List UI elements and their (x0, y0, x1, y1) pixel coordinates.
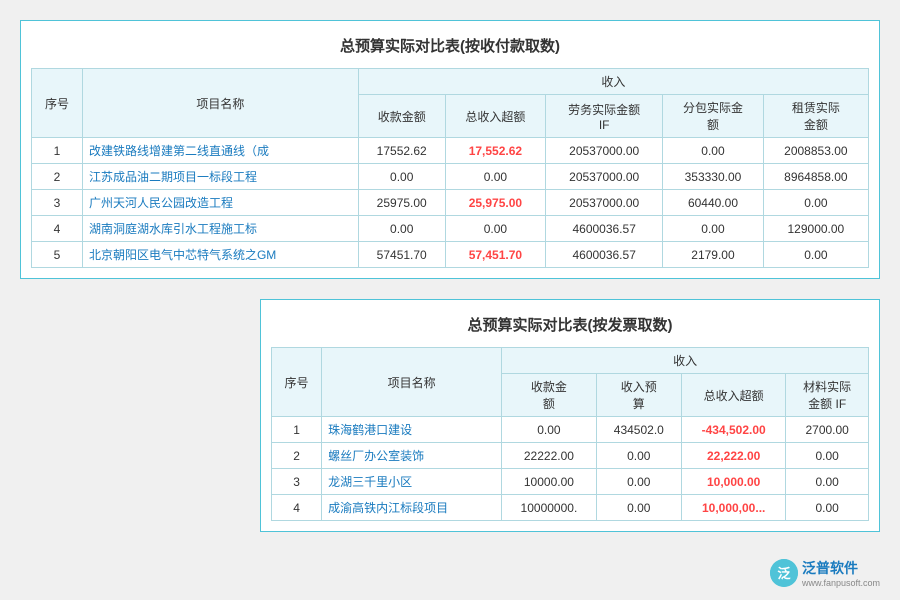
col-labor-val: 4600036.57 (546, 242, 663, 268)
col2-excess-val: 10,000,00... (682, 495, 786, 521)
col-income-excess: 总收入超额 (445, 95, 546, 138)
col2-material-val: 2700.00 (786, 417, 869, 443)
col-subcontract-val: 353330.00 (663, 164, 764, 190)
col2-material-val: 0.00 (786, 443, 869, 469)
col-rental-val: 0.00 (763, 242, 868, 268)
table2-section: 总预算实际对比表(按发票取数) 序号 项目名称 收入 收款金额 收入预算 总收入… (260, 299, 880, 532)
col2-payment-val: 0.00 (502, 417, 596, 443)
col2-budget-val: 434502.0 (596, 417, 681, 443)
col2-budget-val: 0.00 (596, 469, 681, 495)
col-subcontract: 分包实际金额 (663, 95, 764, 138)
col-income-group: 收入 (358, 69, 868, 95)
svg-text:泛: 泛 (777, 566, 790, 581)
logo-area: 泛 泛普软件 www.fanpusoft.com (770, 558, 880, 588)
project-name[interactable]: 广州天河人民公园改造工程 (82, 190, 358, 216)
row-id: 4 (272, 495, 322, 521)
table-row: 2 螺丝厂办公室装饰 22222.00 0.00 22,222.00 0.00 (272, 443, 869, 469)
col-labor-val: 20537000.00 (546, 164, 663, 190)
col2-budget-val: 0.00 (596, 495, 681, 521)
col2-project-name: 项目名称 (322, 348, 502, 417)
row-id: 3 (32, 190, 83, 216)
col2-material: 材料实际金额 IF (786, 374, 869, 417)
project-name[interactable]: 龙湖三千里小区 (322, 469, 502, 495)
col-rental-val: 0.00 (763, 190, 868, 216)
table-row: 4 湖南洞庭湖水库引水工程施工标 0.00 0.00 4600036.57 0.… (32, 216, 869, 242)
col2-payment-val: 10000000. (502, 495, 596, 521)
table1-section: 总预算实际对比表(按收付款取数) 序号 项目名称 收入 收款金额 总收入超额 劳… (20, 20, 880, 279)
col-labor: 劳务实际金额IF (546, 95, 663, 138)
project-name[interactable]: 螺丝厂办公室装饰 (322, 443, 502, 469)
col-rental-val: 129000.00 (763, 216, 868, 242)
table2-title: 总预算实际对比表(按发票取数) (271, 310, 869, 339)
project-name[interactable]: 江苏成品油二期项目一标段工程 (82, 164, 358, 190)
row-id: 1 (272, 417, 322, 443)
table-row: 4 成渝高铁内江标段项目 10000000. 0.00 10,000,00...… (272, 495, 869, 521)
col-excess-val: 25,975.00 (445, 190, 546, 216)
col-payment-val: 0.00 (358, 216, 445, 242)
project-name[interactable]: 北京朝阳区电气中芯特气系统之GM (82, 242, 358, 268)
project-name[interactable]: 成渝高铁内江标段项目 (322, 495, 502, 521)
col2-budget-val: 0.00 (596, 443, 681, 469)
col2-material-val: 0.00 (786, 469, 869, 495)
col-subcontract-val: 0.00 (663, 216, 764, 242)
row-id: 2 (272, 443, 322, 469)
col-labor-val: 4600036.57 (546, 216, 663, 242)
col-index: 序号 (32, 69, 83, 138)
row-id: 1 (32, 138, 83, 164)
col2-excess: 总收入超额 (682, 374, 786, 417)
col-payment: 收款金额 (358, 95, 445, 138)
project-name[interactable]: 湖南洞庭湖水库引水工程施工标 (82, 216, 358, 242)
col2-income-group: 收入 (502, 348, 869, 374)
table-row: 1 珠海鹤港口建设 0.00 434502.0 -434,502.00 2700… (272, 417, 869, 443)
row-id: 3 (272, 469, 322, 495)
col-payment-val: 17552.62 (358, 138, 445, 164)
row-id: 4 (32, 216, 83, 242)
table-row: 1 改建铁路线增建第二线直通线（成 17552.62 17,552.62 205… (32, 138, 869, 164)
col2-payment-val: 22222.00 (502, 443, 596, 469)
table1-title: 总预算实际对比表(按收付款取数) (31, 31, 869, 60)
table-row: 3 龙湖三千里小区 10000.00 0.00 10,000.00 0.00 (272, 469, 869, 495)
col-excess-val: 0.00 (445, 216, 546, 242)
row-id: 5 (32, 242, 83, 268)
col2-payment-val: 10000.00 (502, 469, 596, 495)
col2-excess-val: 10,000.00 (682, 469, 786, 495)
col2-material-val: 0.00 (786, 495, 869, 521)
col-excess-val: 57,451.70 (445, 242, 546, 268)
table-row: 2 江苏成品油二期项目一标段工程 0.00 0.00 20537000.00 3… (32, 164, 869, 190)
col-payment-val: 57451.70 (358, 242, 445, 268)
logo-sub-text: www.fanpusoft.com (802, 578, 880, 588)
table1: 序号 项目名称 收入 收款金额 总收入超额 劳务实际金额IF 分包实际金额 租赁… (31, 68, 869, 268)
project-name[interactable]: 改建铁路线增建第二线直通线（成 (82, 138, 358, 164)
col-payment-val: 0.00 (358, 164, 445, 190)
col-labor-val: 20537000.00 (546, 138, 663, 164)
col-rental-val: 8964858.00 (763, 164, 868, 190)
col-subcontract-val: 60440.00 (663, 190, 764, 216)
col-excess-val: 0.00 (445, 164, 546, 190)
col-subcontract-val: 0.00 (663, 138, 764, 164)
col2-budget: 收入预算 (596, 374, 681, 417)
col2-excess-val: 22,222.00 (682, 443, 786, 469)
logo-text: 泛普软件 www.fanpusoft.com (802, 558, 880, 588)
col-payment-val: 25975.00 (358, 190, 445, 216)
col2-payment: 收款金额 (502, 374, 596, 417)
col-rental: 租赁实际金额 (763, 95, 868, 138)
col-subcontract-val: 2179.00 (663, 242, 764, 268)
logo-icon: 泛 (770, 559, 798, 587)
col-rental-val: 2008853.00 (763, 138, 868, 164)
col-labor-val: 20537000.00 (546, 190, 663, 216)
table-row: 3 广州天河人民公园改造工程 25975.00 25,975.00 205370… (32, 190, 869, 216)
logo-main-text: 泛普软件 (802, 558, 880, 578)
col2-excess-val: -434,502.00 (682, 417, 786, 443)
project-name[interactable]: 珠海鹤港口建设 (322, 417, 502, 443)
row-id: 2 (32, 164, 83, 190)
col2-index: 序号 (272, 348, 322, 417)
table-row: 5 北京朝阳区电气中芯特气系统之GM 57451.70 57,451.70 46… (32, 242, 869, 268)
col-excess-val: 17,552.62 (445, 138, 546, 164)
table2: 序号 项目名称 收入 收款金额 收入预算 总收入超额 材料实际金额 IF 1 珠… (271, 347, 869, 521)
col-project-name: 项目名称 (82, 69, 358, 138)
